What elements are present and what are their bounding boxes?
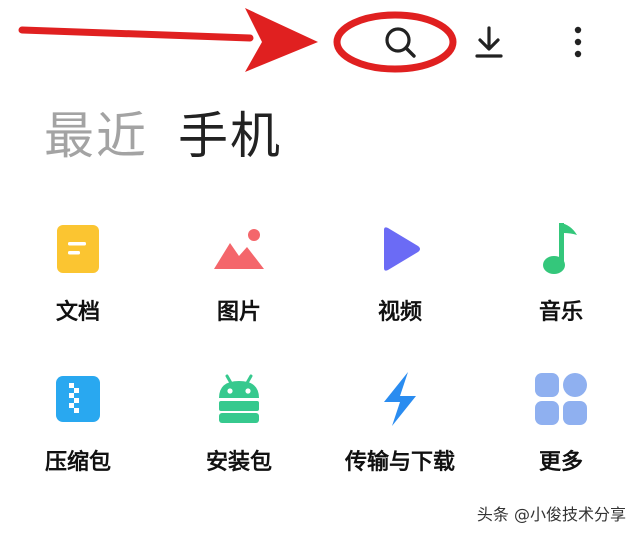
- more-grid-icon: [531, 369, 591, 429]
- more-vertical-icon: [574, 26, 582, 58]
- annotation-arrow: [18, 8, 318, 72]
- document-icon: [48, 219, 108, 279]
- category-archives[interactable]: 压缩包: [3, 369, 153, 479]
- transfer-icon: [370, 369, 430, 429]
- category-label: 更多: [538, 450, 583, 475]
- image-icon: [209, 219, 269, 279]
- category-more[interactable]: 更多: [486, 369, 636, 479]
- category-transfer-download[interactable]: 传输与下载: [325, 369, 475, 479]
- more-options-button[interactable]: [556, 20, 600, 64]
- category-label: 图片: [216, 300, 261, 325]
- category-label: 安装包: [205, 450, 272, 475]
- music-icon: [531, 219, 591, 279]
- category-label: 压缩包: [44, 450, 111, 475]
- file-manager-screen: 最近 手机 文档 图片 视频 音乐 压缩包 安装包 传输与下载 更多 头条 @小…: [0, 0, 640, 537]
- download-icon: [475, 26, 503, 58]
- download-button[interactable]: [467, 20, 511, 64]
- category-documents[interactable]: 文档: [3, 219, 153, 329]
- category-packages[interactable]: 安装包: [164, 369, 314, 479]
- watermark: 头条 @小俊技术分享: [476, 505, 626, 524]
- search-button[interactable]: [378, 20, 422, 64]
- category-label: 音乐: [538, 300, 583, 325]
- category-music[interactable]: 音乐: [486, 219, 636, 329]
- category-label: 传输与下载: [345, 450, 456, 475]
- tab-recent[interactable]: 最近: [44, 105, 148, 167]
- android-icon: [209, 369, 269, 429]
- category-images[interactable]: 图片: [164, 219, 314, 329]
- tab-phone[interactable]: 手机: [178, 105, 282, 167]
- video-icon: [370, 219, 430, 279]
- tab-bar: 最近 手机: [44, 105, 282, 167]
- search-icon: [385, 27, 416, 58]
- archive-icon: [48, 369, 108, 429]
- category-label: 视频: [377, 300, 422, 325]
- category-label: 文档: [55, 300, 100, 325]
- category-videos[interactable]: 视频: [325, 219, 475, 329]
